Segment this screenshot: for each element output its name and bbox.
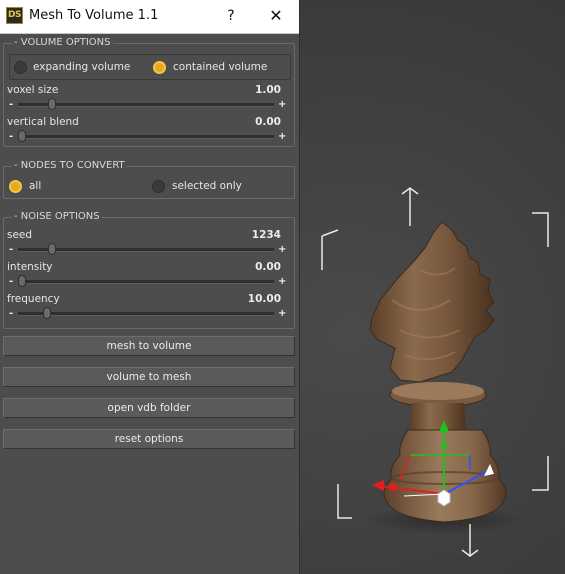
vertical-blend-plus[interactable]: + [278, 132, 286, 142]
volume-options-title: - VOLUME OPTIONS [12, 37, 113, 49]
frequency-value: 10.00 [247, 293, 281, 305]
knight-head [369, 221, 495, 383]
expanding-volume-label: expanding volume [33, 61, 131, 73]
noise-options-title: - NOISE OPTIONS [12, 211, 102, 223]
nodes-to-convert-group: - NODES TO CONVERT all selected only [3, 160, 295, 199]
frequency-plus[interactable]: + [278, 309, 286, 319]
mesh-to-volume-button[interactable]: mesh to volume [3, 336, 295, 356]
seed-plus[interactable]: + [278, 245, 286, 255]
contained-volume-label: contained volume [173, 61, 268, 73]
knight-neck [410, 403, 466, 430]
knight-collar-top [392, 382, 484, 400]
vertical-blend-minus[interactable]: - [9, 132, 13, 142]
open-vdb-folder-button[interactable]: open vdb folder [3, 398, 295, 418]
selected-only-label: selected only [172, 180, 242, 192]
all-nodes-radio[interactable] [9, 180, 22, 193]
close-button[interactable]: ✕ [265, 5, 287, 27]
vertical-blend-value: 0.00 [255, 116, 281, 128]
intensity-slider-handle[interactable] [18, 275, 26, 287]
intensity-slider[interactable] [18, 275, 274, 287]
contained-volume-radio[interactable] [153, 61, 166, 74]
voxel-size-plus[interactable]: + [278, 100, 286, 110]
vertical-blend-slider[interactable] [18, 130, 274, 142]
selected-only-radio[interactable] [152, 180, 165, 193]
all-nodes-label: all [29, 180, 42, 192]
noise-options-group: - NOISE OPTIONS seed 1234 - + intensity … [3, 211, 295, 329]
volume-mode-radio-group: expanding volume contained volume [9, 54, 291, 80]
voxel-size-minus[interactable]: - [9, 100, 13, 110]
voxel-size-value: 1.00 [255, 84, 281, 96]
mesh-to-volume-dialog: DS Mesh To Volume 1.1 ? ✕ - VOLUME OPTIO… [0, 0, 300, 574]
intensity-label: intensity [7, 261, 53, 273]
nodes-to-convert-title: - NODES TO CONVERT [12, 160, 127, 172]
voxel-size-slider-handle[interactable] [48, 98, 56, 110]
frequency-slider-handle[interactable] [43, 307, 51, 319]
seed-slider-handle[interactable] [48, 243, 56, 255]
frequency-minus[interactable]: - [9, 309, 13, 319]
intensity-minus[interactable]: - [9, 277, 13, 287]
window-title: Mesh To Volume 1.1 [29, 8, 159, 23]
volume-options-group: - VOLUME OPTIONS expanding volume contai… [3, 37, 295, 147]
frequency-label: frequency [7, 293, 60, 305]
volume-to-mesh-button[interactable]: volume to mesh [3, 367, 295, 387]
seed-minus[interactable]: - [9, 245, 13, 255]
seed-value: 1234 [251, 229, 281, 241]
vertical-blend-slider-handle[interactable] [18, 130, 26, 142]
voxel-size-label: voxel size [7, 84, 59, 96]
title-bar[interactable]: DS Mesh To Volume 1.1 ? ✕ [0, 0, 299, 34]
reset-options-button[interactable]: reset options [3, 429, 295, 449]
seed-slider[interactable] [18, 243, 274, 255]
seed-label: seed [7, 229, 33, 241]
intensity-value: 0.00 [255, 261, 281, 273]
app-logo-icon: DS [6, 7, 23, 24]
expanding-volume-radio[interactable] [14, 61, 27, 74]
voxel-size-slider[interactable] [18, 98, 274, 110]
help-button[interactable]: ? [220, 5, 242, 27]
vertical-blend-label: vertical blend [7, 116, 79, 128]
frequency-slider[interactable] [18, 307, 274, 319]
intensity-plus[interactable]: + [278, 277, 286, 287]
